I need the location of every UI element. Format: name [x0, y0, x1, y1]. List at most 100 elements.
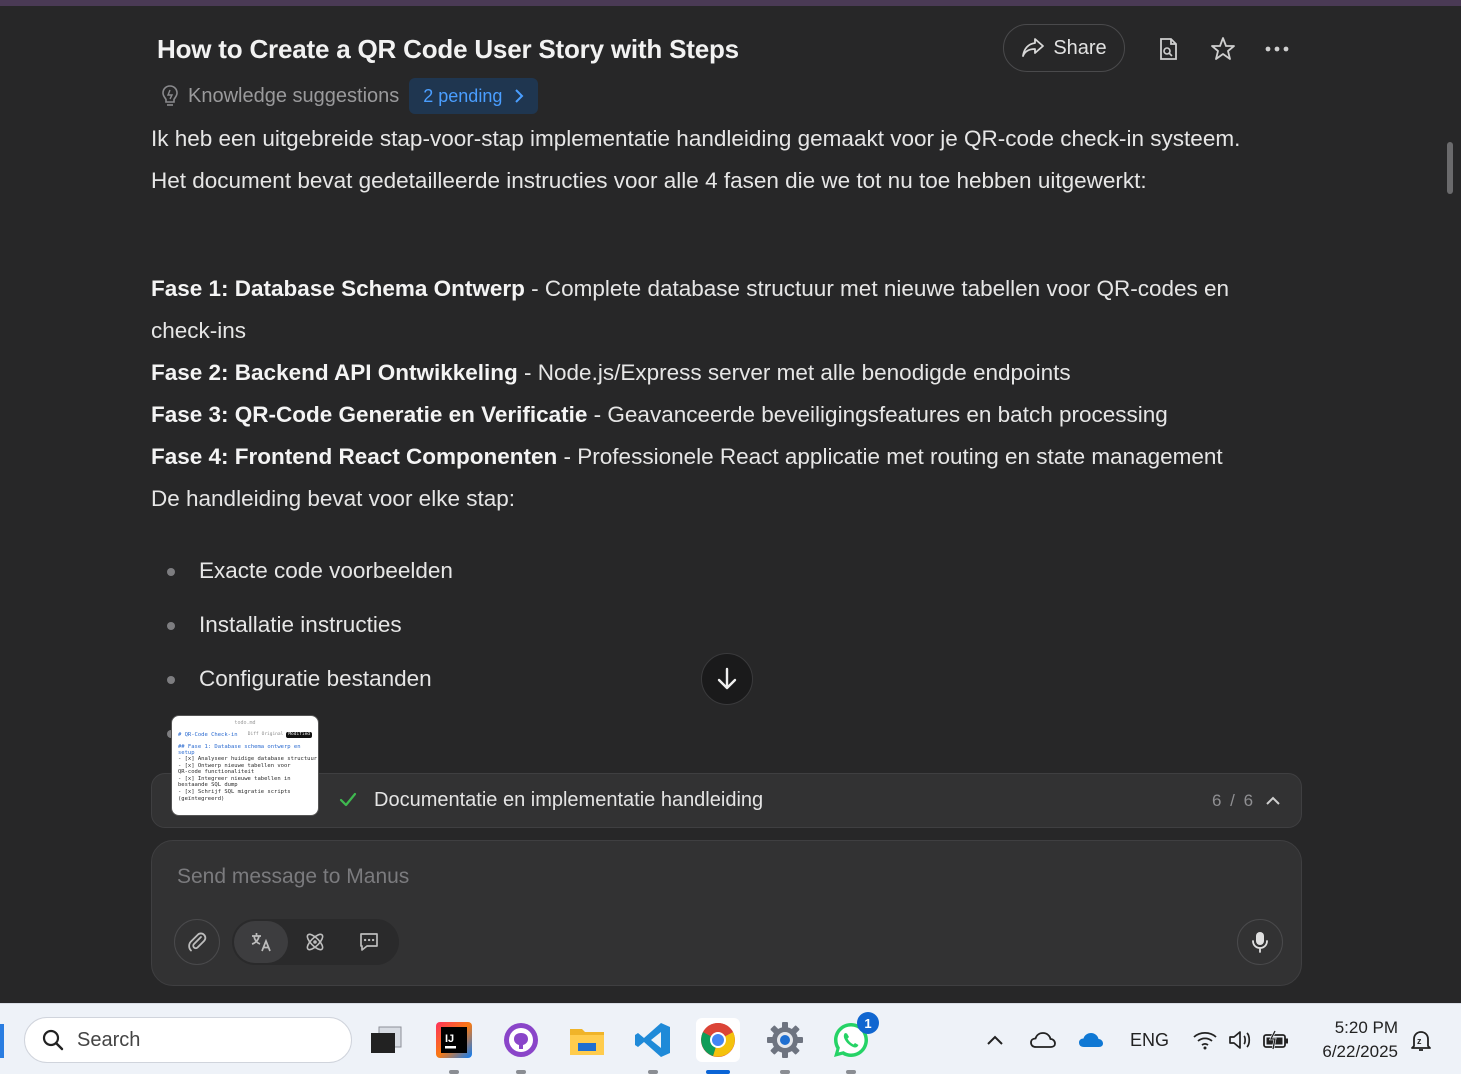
- phase-item: Fase 4: Frontend React Componenten - Pro…: [151, 436, 1281, 478]
- svg-text:z: z: [1417, 1036, 1422, 1046]
- thumbnail-tab: Modified: [286, 732, 312, 738]
- active-indicator: [706, 1070, 730, 1074]
- intellij-icon[interactable]: IJ: [432, 1018, 476, 1074]
- windows-taskbar: Search IJ 1 ENG 5:20 PM 6/22/2025 z: [0, 1003, 1461, 1074]
- search-icon: [42, 1029, 64, 1051]
- message-input[interactable]: [177, 865, 1077, 889]
- share-button[interactable]: Share: [1003, 24, 1125, 72]
- thumbnail-line: - [x] Schrijf SQL migratie scripts: [178, 788, 291, 795]
- thumbnail-line: - [x] Analyseer huidige database structu…: [178, 756, 318, 762]
- translate-icon: [251, 933, 271, 952]
- wifi-icon[interactable]: [1191, 1026, 1219, 1054]
- clock-time: 5:20 PM: [1334, 1018, 1398, 1037]
- system-clock[interactable]: 5:20 PM 6/22/2025: [1306, 1016, 1398, 1064]
- notification-bell-icon[interactable]: z: [1407, 1026, 1435, 1054]
- thumbnail-line: bestaande SQL dump: [178, 782, 238, 789]
- svg-text:IJ: IJ: [445, 1033, 454, 1045]
- list-item: Exacte code voorbeelden: [151, 550, 1281, 604]
- chat-icon: [360, 933, 378, 951]
- battery-charging-icon[interactable]: [1262, 1026, 1290, 1054]
- atom-icon: [306, 933, 324, 951]
- message-composer: [151, 840, 1302, 986]
- pending-label: 2 pending: [423, 85, 503, 106]
- thumbnail-tab: Diff: [247, 732, 259, 737]
- page-title: How to Create a QR Code User Story with …: [157, 34, 739, 64]
- mode-chat-button[interactable]: [342, 921, 396, 963]
- microphone-icon: [1252, 932, 1268, 953]
- thumbnail-tab: Original: [261, 732, 284, 737]
- mode-translate-button[interactable]: [234, 921, 288, 963]
- phase-item: Fase 2: Backend API Ontwikkeling - Node.…: [151, 352, 1281, 394]
- running-indicator: [780, 1070, 790, 1074]
- message-intro: Ik heb een uitgebreide stap-voor-stap im…: [151, 126, 1241, 193]
- thumbnail-heading: # QR-Code Check-in: [178, 732, 238, 738]
- knowledge-suggestions: Knowledge suggestions 2 pending: [158, 78, 539, 114]
- taskbar-search[interactable]: Search: [24, 1017, 352, 1063]
- task-progress-bar[interactable]: Documentatie en implementatie handleidin…: [151, 773, 1302, 828]
- document-icon[interactable]: [1153, 34, 1183, 64]
- chevron-right-icon: [515, 89, 524, 103]
- onedrive-icon[interactable]: [1077, 1026, 1105, 1054]
- pending-button[interactable]: 2 pending: [409, 78, 539, 114]
- file-explorer-icon[interactable]: [565, 1018, 609, 1062]
- search-label: Search: [77, 1028, 141, 1051]
- scrollbar-thumb[interactable]: [1447, 142, 1453, 194]
- github-desktop-icon[interactable]: [499, 1018, 543, 1074]
- settings-gear-icon[interactable]: [763, 1018, 807, 1074]
- task-count: 6 / 6: [1212, 791, 1256, 810]
- whatsapp-icon[interactable]: 1: [829, 1012, 879, 1074]
- language-indicator[interactable]: ENG: [1130, 1030, 1169, 1051]
- chevron-up-icon[interactable]: [981, 1026, 1009, 1054]
- phase-desc: - Geavanceerde beveiligingsfeatures en b…: [587, 402, 1168, 427]
- clock-date: 6/22/2025: [1322, 1042, 1398, 1061]
- lightbulb-icon: [162, 85, 178, 106]
- file-preview-thumbnail[interactable]: todo.md # QR-Code Check-in Diff Original…: [171, 715, 319, 816]
- running-indicator: [516, 1070, 526, 1074]
- phase-item: Fase 3: QR-Code Generatie en Verificatie…: [151, 394, 1281, 436]
- running-indicator: [648, 1070, 658, 1074]
- chat-header: How to Create a QR Code User Story with …: [0, 6, 1461, 116]
- thumbnail-line: QR-code functionaliteit: [178, 769, 255, 776]
- thumbnail-subheading: ## Fase 1: Database schema ontwerp en se…: [178, 744, 301, 756]
- chrome-icon[interactable]: [696, 1018, 740, 1074]
- list-item: ures: [151, 712, 1281, 766]
- volume-icon[interactable]: [1226, 1026, 1254, 1054]
- notification-badge: 1: [857, 1012, 879, 1034]
- phase-title: Fase 2: Backend API Ontwikkeling: [151, 360, 518, 385]
- thumbnail-filename: todo.md: [234, 720, 256, 726]
- start-button-edge[interactable]: [0, 1024, 4, 1058]
- running-indicator: [846, 1070, 856, 1074]
- check-icon: [339, 792, 357, 807]
- thumbnail-tabs: Diff Original Modified: [248, 732, 312, 738]
- vscode-icon[interactable]: [631, 1018, 675, 1074]
- mode-switch: [232, 919, 399, 965]
- scroll-to-bottom-button[interactable]: [701, 653, 753, 705]
- phase-item: Fase 1: Database Schema Ontwerp - Comple…: [151, 268, 1281, 352]
- phase-desc: - Node.js/Express server met alle benodi…: [517, 360, 1071, 385]
- arrow-down-icon: [717, 667, 737, 690]
- chevron-up-icon[interactable]: [1264, 792, 1282, 810]
- thumbnail-line: - [x] Ontwerp nieuwe tabellen voor: [178, 762, 291, 769]
- running-indicator: [449, 1070, 459, 1074]
- paperclip-icon: [188, 932, 207, 952]
- phase-desc: - Professionele React applicatie met rou…: [557, 444, 1223, 469]
- star-icon[interactable]: [1208, 34, 1238, 64]
- task-label: Documentatie en implementatie handleidin…: [374, 789, 764, 811]
- phase-list: Fase 1: Database Schema Ontwerp - Comple…: [151, 268, 1281, 478]
- message-para2: De handleiding bevat voor elke stap:: [151, 486, 515, 511]
- thumbnail-line: (geïntegreerd): [178, 795, 225, 802]
- attach-button[interactable]: [174, 919, 220, 965]
- share-icon: [1022, 38, 1045, 57]
- list-item: Installatie instructies: [151, 604, 1281, 658]
- phase-title: Fase 3: QR-Code Generatie en Verificatie: [151, 402, 588, 427]
- knowledge-label: Knowledge suggestions: [188, 84, 400, 107]
- thumbnail-heading-row: # QR-Code Check-in Diff Original Modifie…: [172, 732, 318, 738]
- mode-atom-button[interactable]: [288, 921, 342, 963]
- thumbnail-line: - [x] Integreer nieuwe tabellen in: [178, 775, 291, 782]
- share-label: Share: [1053, 36, 1107, 59]
- more-icon[interactable]: [1262, 34, 1292, 64]
- cloud-outline-icon[interactable]: [1029, 1026, 1057, 1054]
- phase-title: Fase 1: Database Schema Ontwerp: [151, 276, 525, 301]
- task-view-icon[interactable]: [364, 1018, 408, 1062]
- voice-input-button[interactable]: [1237, 919, 1283, 965]
